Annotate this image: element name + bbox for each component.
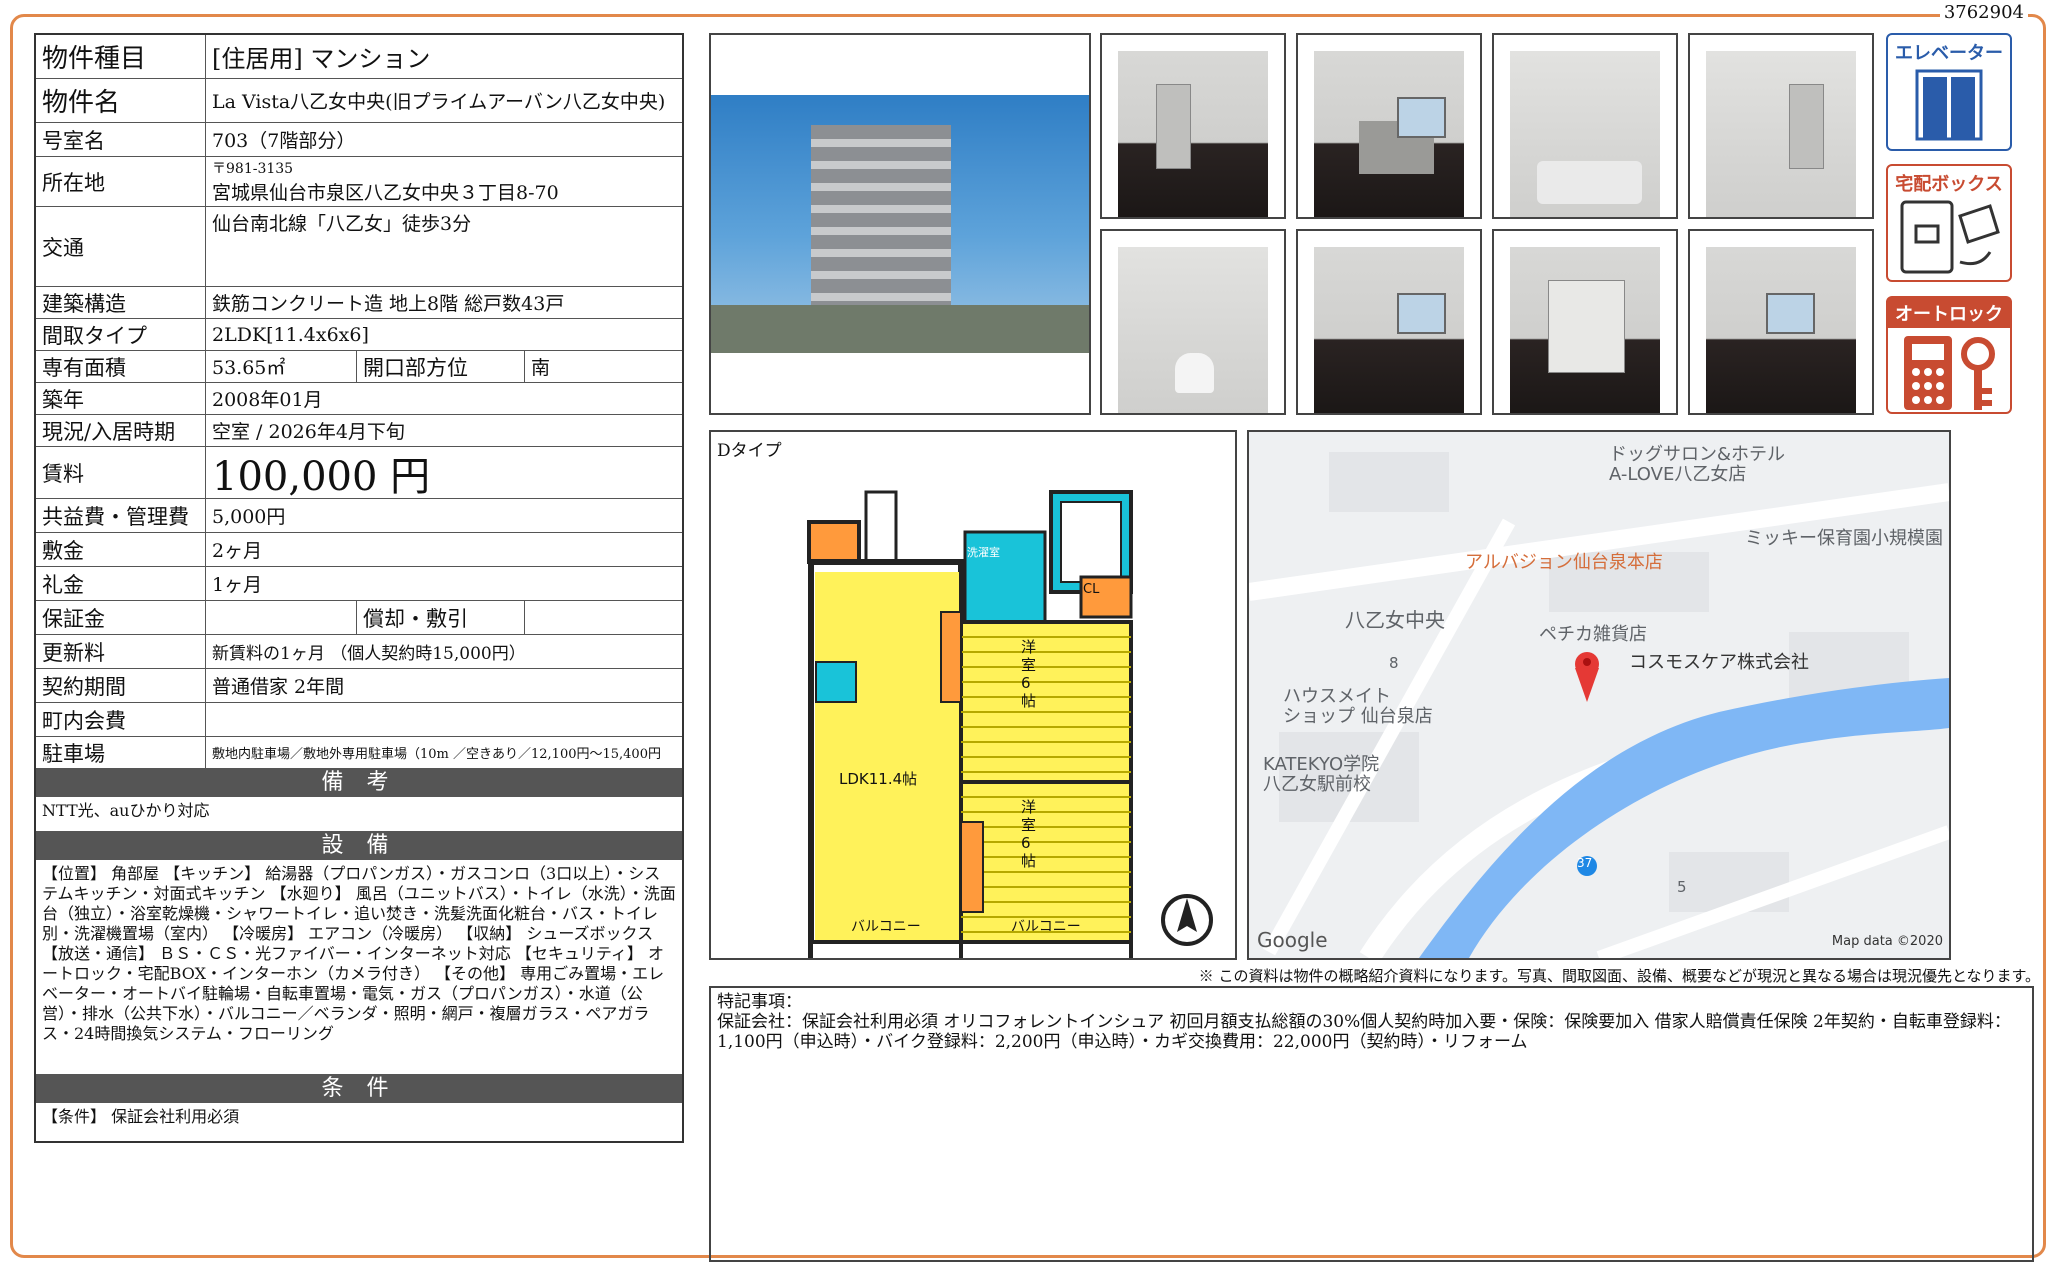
row-guarantee: 保証金 償却・敷引: [36, 601, 682, 635]
elevator-icon: [1915, 69, 1983, 141]
property-table: 物件種目 [住居用] マンション 物件名 La Vista八乙女中央(旧プライム…: [34, 33, 684, 1143]
equipment-header: 設 備: [36, 832, 682, 860]
building-photo: [709, 33, 1091, 415]
map-label-albajon: アルバジョン仙台泉本店: [1465, 552, 1663, 573]
row-room: 号室名 703（7階部分）: [36, 123, 682, 157]
kitchen-photo: [1296, 33, 1482, 219]
row-area: 専有面積 53.65㎡ 開口部方位 南: [36, 351, 682, 383]
row-type: 物件種目 [住居用] マンション: [36, 35, 682, 79]
row-rent: 賃料 100,000 円: [36, 447, 682, 500]
ldk-label: LDK11.4帖: [839, 770, 918, 788]
map-label-area: 八乙女中央: [1345, 608, 1445, 632]
map-label-nursery: ミッキー保育園小規模園: [1745, 528, 1943, 549]
row-status: 現況/入居時期 空室 / 2026年4月下旬: [36, 415, 682, 447]
location-map[interactable]: ドッグサロン&ホテル A-LOVE八乙女店 ミッキー保育園小規模園 アルバジョン…: [1247, 430, 1951, 960]
bathroom-photo: [1492, 33, 1678, 219]
delivery-box-badge: 宅配ボックス: [1886, 164, 2012, 282]
remarks-header: 備 考: [36, 769, 682, 797]
balcony2-label: バルコニー: [1011, 919, 1081, 935]
autolock-badge: オートロック: [1886, 296, 2012, 414]
toilet-photo: [1100, 229, 1286, 415]
row-built: 築年 2008年01月: [36, 383, 682, 415]
google-logo: Google: [1257, 928, 1328, 952]
row-layout: 間取タイプ 2LDK[11.4x6x6]: [36, 319, 682, 351]
row-town-fee: 町内会費: [36, 703, 682, 737]
delivery-box-icon: [1900, 200, 2000, 274]
row-access: 交通 仙台南北線「八乙女」徒歩3分: [36, 207, 682, 287]
room2-label: 洋室6帖: [1021, 798, 1037, 870]
route-shield: 37: [1577, 856, 1593, 870]
map-attribution: Map data ©2020: [1831, 934, 1943, 949]
floorplan-drawing: [807, 490, 1213, 958]
row-fee: 共益費・管理費 5,000円: [36, 499, 682, 533]
special-notes: 特記事項： 保証会社：保証会社利用必須 オリコフォレントインシュア 初回月額支払…: [709, 986, 2034, 1262]
row-deposit: 敷金 2ヶ月: [36, 533, 682, 567]
balcony1-label: バルコニー: [851, 919, 921, 935]
row-contract: 契約期間 普通借家 2年間: [36, 669, 682, 703]
row-key-money: 礼金 1ヶ月: [36, 567, 682, 601]
remarks-text: NTT光、auひかり対応: [36, 797, 682, 832]
row-name: 物件名 La Vista八乙女中央(旧プライムアーバン八乙女中央): [36, 79, 682, 123]
conditions-header: 条 件: [36, 1075, 682, 1103]
disclaimer: ※ この資料は物件の概略紹介資料になります。写真、間取図面、設備、概要などが現況…: [1198, 967, 2040, 985]
row-renewal: 更新料 新賃料の1ヶ月 （個人契約時15,000円）: [36, 635, 682, 669]
room-photo: [1100, 33, 1286, 219]
map-label-cosmos: コスモスケア株式会社: [1629, 652, 1809, 673]
special-notes-title: 特記事項：: [717, 992, 802, 1012]
room2-photo: [1688, 229, 1874, 415]
document-number: 3762904: [1939, 2, 2028, 23]
closet-photo: [1492, 229, 1678, 415]
bedroom-photo: [1296, 229, 1482, 415]
washroom-photo: [1688, 33, 1874, 219]
zip-code: 〒981-3135: [212, 161, 294, 177]
row-structure: 建築構造 鉄筋コンクリート造 地上8階 総戸数43戸: [36, 287, 682, 319]
room1-label: 洋室6帖: [1021, 638, 1037, 710]
washroom-label: 洗濯室: [967, 546, 1000, 559]
rent-amount: 100,000 円: [212, 453, 431, 500]
closet-label: CL: [1083, 582, 1100, 597]
map-label-pechika: ペチカ雑貨店: [1539, 624, 1647, 645]
equipment-text: 【位置】 角部屋 【キッチン】 給湯器（プロパンガス）・ガスコンロ（3口以上）・…: [36, 860, 682, 1075]
row-parking: 駐車場 敷地内駐車場／敷地外専用駐車場（10m ／空きあり／12,100円～15…: [36, 737, 682, 769]
address: 宮城県仙台市泉区八乙女中央３丁目8-70: [212, 182, 559, 204]
floor-plan: Dタイプ LDK11.4帖 洋室6帖 洋室6帖 バルコニー バルコニー CL 洗…: [709, 430, 1237, 960]
special-notes-text: 保証会社：保証会社利用必須 オリコフォレントインシュア 初回月額支払総額の30%…: [717, 1012, 2011, 1052]
row-address: 所在地 〒981-3135 宮城県仙台市泉区八乙女中央３丁目8-70: [36, 157, 682, 207]
autolock-icon: [1904, 336, 1995, 410]
conditions-text: 【条件】 保証会社利用必須: [42, 1107, 240, 1126]
elevator-badge: エレベーター: [1886, 33, 2012, 151]
